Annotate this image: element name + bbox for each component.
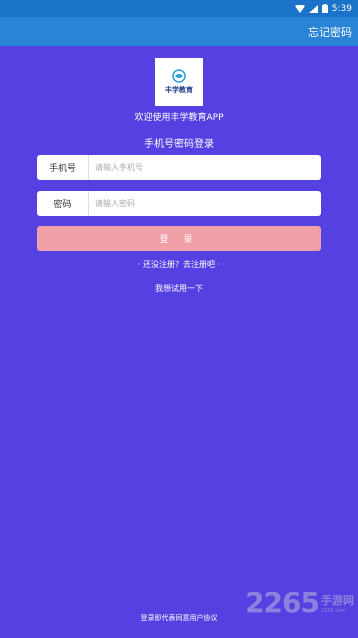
status-time: 5:39 [331,3,352,14]
login-button[interactable]: 登 录 [37,226,321,251]
wifi-icon [294,4,305,13]
forgot-password-link[interactable]: 忘记密码 [308,24,352,40]
phone-field: 手机号 [37,155,321,180]
welcome-text: 欢迎使用丰学教育APP [134,113,224,123]
signal-icon [308,4,318,13]
logo-emblem-icon [172,69,186,83]
status-bar: 5:39 [0,0,358,17]
phone-label: 手机号 [37,155,89,180]
user-agreement-link[interactable]: 登录即代表同意用户协议 [0,613,358,623]
app-bar: 忘记密码 [0,17,358,46]
register-link[interactable]: · 还没注册？去注册吧 · [0,259,358,270]
password-field: 密码 [37,191,321,216]
logo-text: 丰学教育 [165,85,193,94]
app-logo: 丰学教育 [155,58,203,106]
password-input[interactable] [89,191,321,216]
trial-link[interactable]: 我想试用一下 [0,283,358,294]
battery-icon [321,4,328,13]
login-title: 手机号密码登录 [144,139,214,150]
phone-input[interactable] [89,155,321,180]
watermark-site-name: 手游网 [321,593,354,607]
password-label: 密码 [37,191,89,216]
